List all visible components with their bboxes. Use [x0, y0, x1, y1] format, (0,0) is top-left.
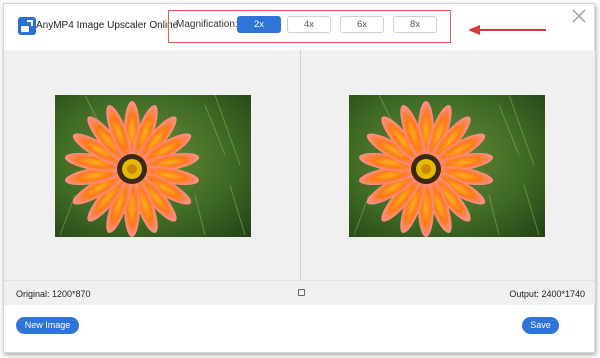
app-title: AnyMP4 Image Upscaler Online: [36, 20, 179, 31]
magnification-4x-button[interactable]: 4x: [287, 16, 331, 33]
output-resolution: Output: 2400*1740: [509, 289, 585, 299]
output-image-panel: [301, 50, 595, 280]
original-image-panel: [4, 50, 300, 280]
magnification-label: Magnification:: [176, 19, 238, 30]
compare-icon[interactable]: [298, 289, 305, 296]
arrow-annotation: [468, 25, 546, 35]
app-logo-icon: [18, 17, 36, 35]
original-resolution: Original: 1200*870: [16, 289, 91, 299]
new-image-button[interactable]: New Image: [16, 317, 79, 334]
magnification-2x-button[interactable]: 2x: [237, 16, 281, 33]
output-flower-image: [349, 95, 545, 237]
magnification-6x-button[interactable]: 6x: [340, 16, 384, 33]
close-icon[interactable]: [572, 9, 586, 23]
original-flower-image: [55, 95, 251, 237]
resolution-info-bar: Original: 1200*870 Output: 2400*1740: [4, 280, 595, 305]
save-button[interactable]: Save: [522, 317, 559, 334]
magnification-8x-button[interactable]: 8x: [393, 16, 437, 33]
